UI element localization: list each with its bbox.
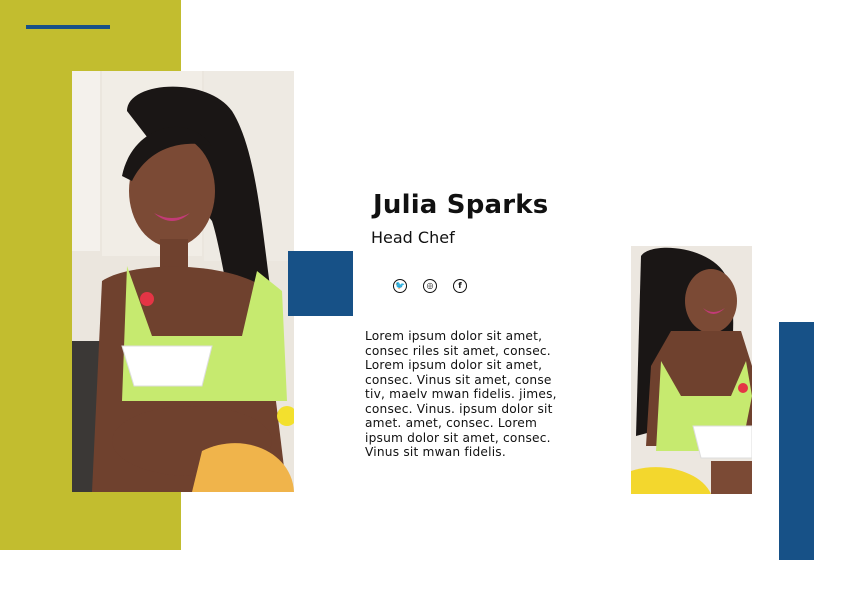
blue-square: [288, 251, 353, 316]
secondary-photo-illustration: [631, 246, 752, 494]
right-accent-bar: [779, 322, 814, 560]
twitter-icon[interactable]: 🐦: [393, 279, 407, 293]
facebook-icon[interactable]: f: [453, 279, 467, 293]
secondary-photo: [631, 246, 752, 494]
top-accent-bar: [26, 25, 110, 29]
profile-title: Head Chef: [371, 228, 455, 247]
main-photo-illustration: [72, 71, 294, 492]
profile-bio: Lorem ipsum dolor sit amet, consec riles…: [365, 329, 557, 459]
main-photo: [72, 71, 294, 492]
instagram-icon[interactable]: ◎: [423, 279, 437, 293]
profile-name: Julia Sparks: [373, 190, 549, 220]
